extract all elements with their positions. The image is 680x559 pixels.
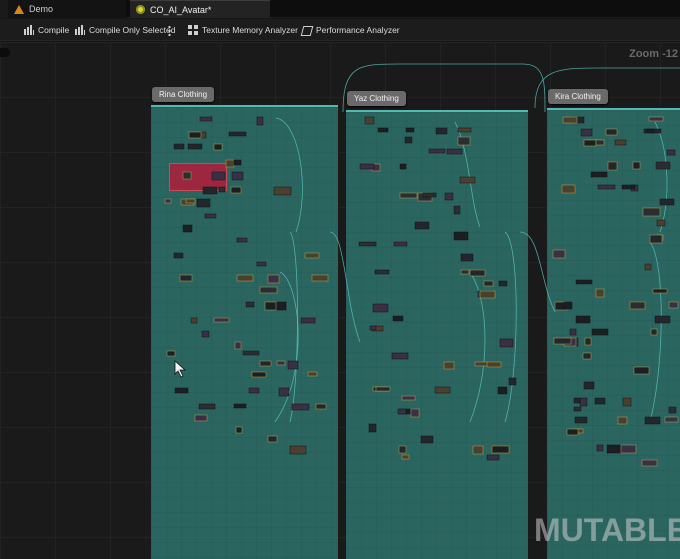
compile-selected-icon [75,25,85,35]
engine-icon [14,4,24,14]
tab-demo-label: Demo [29,4,54,14]
comment-box-rina[interactable] [151,105,338,559]
toolbar: Compile Compile Only Selected Texture Me… [0,19,680,41]
performance-analyzer-button[interactable]: Performance Analyzer [302,21,400,39]
tab-bar: Demo CO_AI_Avatar* [0,0,680,18]
compile-button[interactable]: Compile [24,21,69,39]
tab-demo[interactable]: Demo [8,0,126,18]
performance-label: Performance Analyzer [316,25,400,35]
texture-memory-icon [188,25,198,35]
comment-title-rina[interactable]: Rina Clothing [152,87,215,102]
compile-label: Compile [38,25,70,35]
error-node[interactable] [169,163,227,191]
performance-icon [302,25,312,35]
tab-co-ai-avatar-label: CO_AI_Avatar* [150,4,212,15]
more-options-button[interactable] [168,21,171,39]
mouse-cursor-icon [174,360,186,378]
comment-title-yaz[interactable]: Yaz Clothing [347,91,406,106]
comment-box-yaz[interactable] [346,110,528,559]
more-vertical-icon [168,24,171,36]
graph-options-pill[interactable] [0,48,10,57]
watermark: MUTABLE [534,512,680,548]
tab-co-ai-avatar[interactable]: CO_AI_Avatar* [130,0,270,18]
node-graph-canvas[interactable]: Zoom -12 Rina Clothing Yaz Clothing Kira… [0,42,680,559]
comment-title-kira[interactable]: Kira Clothing [548,89,608,104]
texture-memory-label: Texture Memory Analyzer [202,25,298,35]
compile-only-selected-label: Compile Only Selected [89,25,176,35]
comment-box-kira[interactable] [547,108,680,559]
zoom-level: Zoom -12 [629,48,678,60]
compile-icon [24,25,34,35]
customizable-object-icon [136,5,145,14]
texture-memory-analyzer-button[interactable]: Texture Memory Analyzer [188,21,298,39]
compile-only-selected-button[interactable]: Compile Only Selected [75,21,175,39]
